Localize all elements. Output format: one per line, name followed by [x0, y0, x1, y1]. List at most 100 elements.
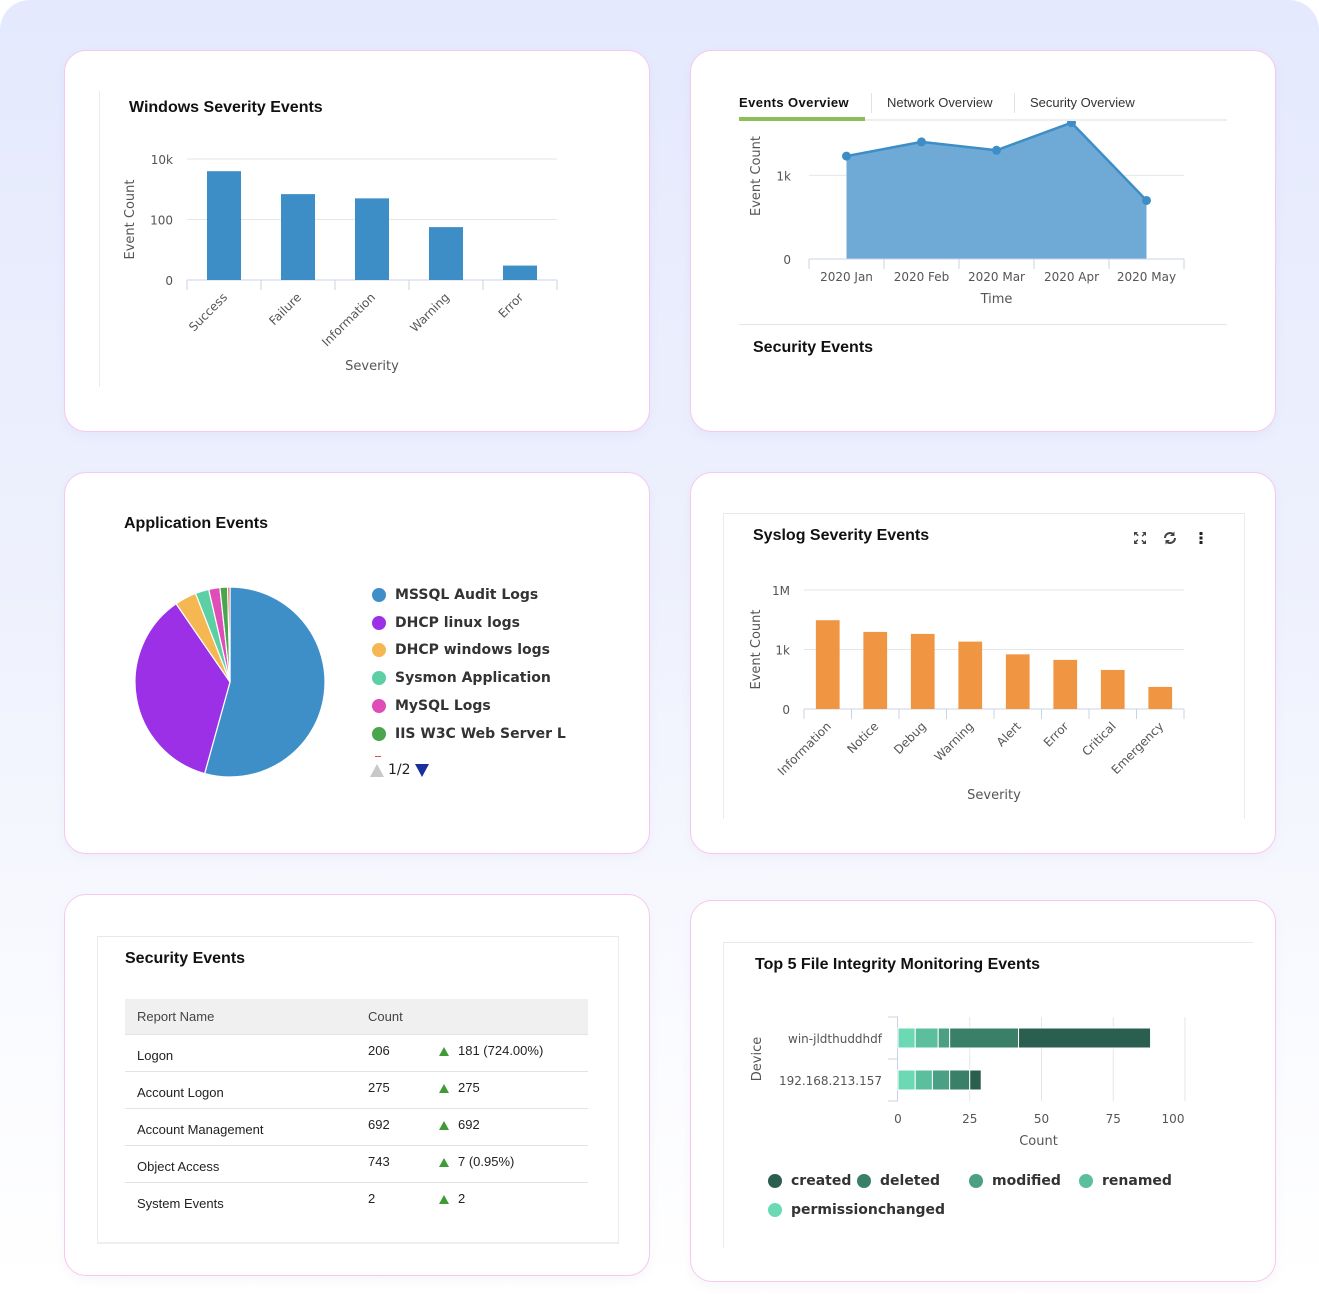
syslog-severity-card: Syslog Severity Events 0 1k 1M Information N… — [690, 472, 1276, 854]
legend-item[interactable]: MySQL Logs — [372, 698, 491, 714]
legend-label: deleted — [880, 1173, 941, 1189]
trend-up-icon — [439, 1047, 449, 1056]
legend-item[interactable]: Sysmon Application — [372, 670, 551, 686]
x-tick-label: Notice — [844, 719, 881, 756]
windows-severity-card: Windows Severity Events 0 100 10k Success Fa… — [64, 50, 650, 432]
x-tick-label: Information — [319, 290, 378, 349]
more-vertical-icon[interactable] — [1192, 529, 1210, 547]
triangle-down-icon[interactable] — [414, 763, 429, 777]
change-value: 275 — [458, 1080, 480, 1095]
legend-label: DHCP linux logs — [395, 614, 520, 631]
legend-marker — [857, 1174, 871, 1188]
y-tick-label: 1k — [775, 644, 790, 658]
trend-up-icon — [439, 1121, 449, 1130]
report-name-cell: System Events — [137, 1196, 224, 1212]
trend-up-icon — [439, 1084, 449, 1093]
bar-success — [206, 171, 242, 280]
area-fill — [846, 122, 1147, 259]
table-row[interactable]: System Events 2 2 — [125, 1182, 588, 1219]
legend-marker-partial — [375, 756, 381, 757]
legend-item-permissionchanged[interactable]: permissionchanged — [768, 1202, 945, 1218]
change-value: 2 — [458, 1191, 466, 1207]
bar-emergency — [1148, 686, 1173, 709]
y-tick-label: 10k — [151, 153, 173, 167]
change-value: 692 — [458, 1117, 480, 1132]
y-tick-label: 0 — [783, 253, 791, 267]
table-row[interactable]: Logon 206 181 (724.00%) — [125, 1034, 588, 1072]
x-tick-label: Warning — [932, 719, 977, 764]
legend-marker — [372, 698, 386, 713]
data-point-2020-jan — [842, 151, 851, 161]
table-row[interactable]: Account Management 692 692 — [125, 1108, 588, 1146]
bar-information — [354, 198, 390, 280]
x-tick-label: 2020 Mar — [968, 270, 1025, 284]
tab-security-overview[interactable]: Security Overview — [1030, 95, 1135, 110]
change-value: 7 (0.95%) — [458, 1154, 515, 1169]
legend-item-deleted[interactable]: deleted — [857, 1173, 940, 1189]
y-axis-label: Event Count — [123, 180, 138, 260]
legend-marker — [372, 588, 386, 602]
x-tick-label: Alert — [994, 719, 1024, 749]
x-tick-label: 2020 Apr — [1044, 270, 1099, 284]
x-tick-label: 2020 Feb — [894, 270, 950, 284]
legend-marker — [1079, 1174, 1093, 1188]
y-tick-label: 1k — [776, 169, 791, 183]
count-cell: 692 — [356, 1108, 427, 1146]
legend-marker — [768, 1203, 782, 1217]
refresh-icon[interactable] — [1161, 529, 1179, 547]
windows-severity-chart: 0 100 10k Success Failure Information Warning E… — [123, 153, 558, 374]
x-tick-label: 2020 Jan — [820, 270, 873, 284]
tab-events-overview[interactable]: Events Overview — [739, 95, 849, 110]
legend-label: Sysmon Application — [395, 670, 551, 687]
change-value: 181 (724.00%) — [458, 1043, 544, 1058]
legend-label: renamed — [1102, 1173, 1172, 1189]
expand-icon[interactable] — [1131, 529, 1149, 547]
column-header-count[interactable]: Count — [356, 999, 427, 1035]
x-tick-label: Error — [496, 290, 527, 321]
legend-item[interactable]: IIS W3C Web Server L — [372, 726, 566, 742]
report-name-cell: Logon — [125, 1034, 356, 1072]
fim-legend: created deleted modified renamed permissionc… — [691, 901, 1275, 1281]
legend-item-created[interactable]: created — [768, 1173, 851, 1189]
legend-item[interactable]: MSSQL Audit Logs — [372, 587, 538, 603]
report-name-cell: Object Access — [125, 1145, 356, 1183]
report-name-cell: Account Management — [125, 1108, 356, 1146]
data-point-2020-mar — [992, 145, 1001, 155]
column-header-report-name[interactable]: Report Name — [125, 999, 356, 1035]
bar-warning — [428, 227, 464, 280]
change-cell: 275 — [427, 1071, 588, 1109]
x-tick-label: Information — [775, 719, 834, 778]
data-point-2020-feb — [917, 137, 926, 147]
table-row[interactable]: Object Access 743 7 (0.95%) — [125, 1145, 588, 1183]
y-tick-label: 0 — [165, 274, 173, 288]
table-row[interactable]: Account Logon 275 275 — [125, 1071, 588, 1109]
count-cell: 743 — [356, 1145, 427, 1183]
legend-item-renamed[interactable]: renamed — [1079, 1173, 1172, 1189]
legend-label: IIS W3C Web Server L — [395, 725, 566, 742]
legend-label: modified — [992, 1173, 1061, 1189]
application-events-card: Application Events MSSQL Audit Logs DHCP … — [64, 472, 650, 854]
legend-item-modified[interactable]: modified — [969, 1173, 1061, 1189]
y-axis-label: Event Count — [749, 136, 764, 216]
count-cell: 2 — [368, 1191, 376, 1207]
x-axis-label: Severity — [967, 788, 1021, 803]
trend-up-icon — [439, 1195, 449, 1205]
overview-card: Events Overview Network Overview Securit… — [690, 50, 1276, 432]
bar-debug — [910, 633, 935, 709]
y-axis-label: Event Count — [749, 610, 764, 690]
legend-item[interactable]: DHCP windows logs — [372, 642, 550, 658]
legend-marker — [372, 643, 386, 658]
security-events-card: Security Events Report Name Count Logon 2… — [64, 894, 650, 1276]
legend-item[interactable]: DHCP linux logs — [372, 615, 520, 631]
data-point-2020-may — [1142, 195, 1151, 205]
syslog-severity-chart: 0 1k 1M Information Notice Debug Warning Alert E… — [749, 584, 1185, 803]
legend-label: DHCP windows logs — [395, 642, 550, 659]
tab-separator — [871, 93, 872, 113]
change-cell: 692 — [427, 1108, 588, 1146]
legend-label: permissionchanged — [791, 1202, 946, 1218]
tab-network-overview[interactable]: Network Overview — [887, 95, 992, 110]
legend-pager: 1/2 — [370, 762, 429, 778]
triangle-up-icon[interactable] — [370, 763, 384, 777]
legend-marker — [372, 671, 386, 686]
x-tick-label: Debug — [891, 719, 929, 757]
